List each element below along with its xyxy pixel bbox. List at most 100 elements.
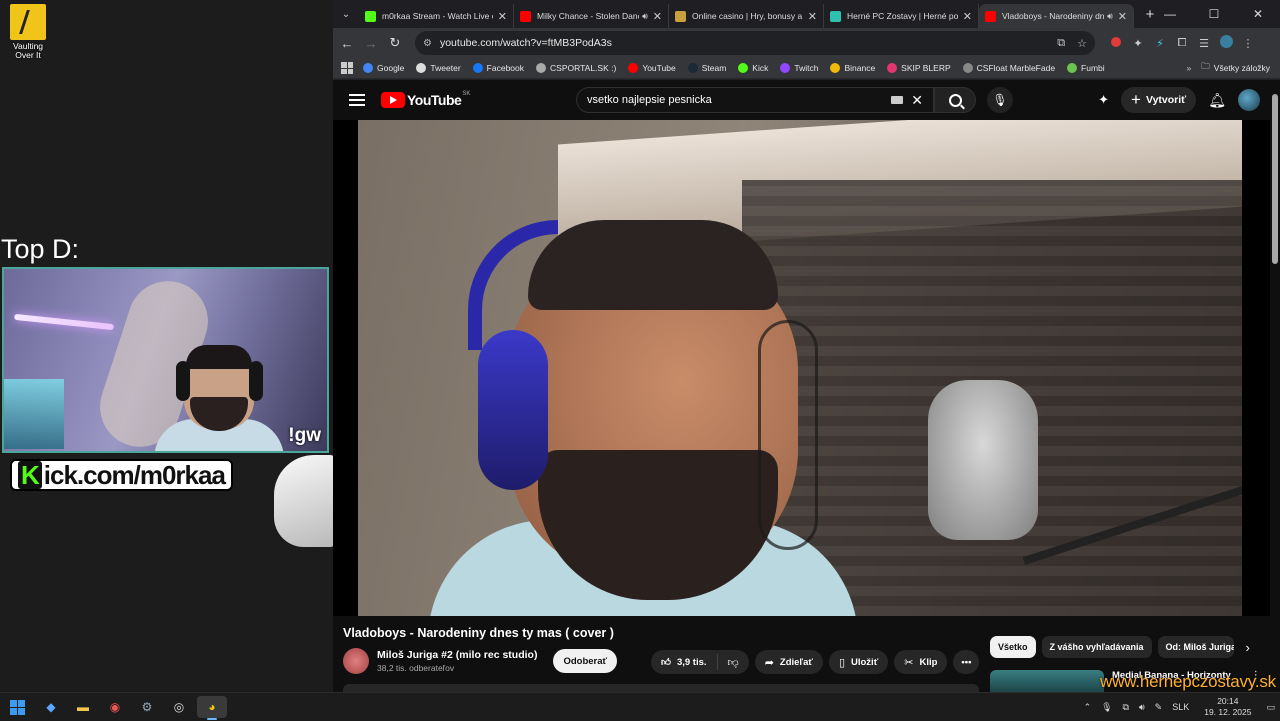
network-icon[interactable]: ⧉ [1123,702,1129,713]
tray-overflow-icon[interactable]: ⌃ [1084,702,1092,713]
pen-icon[interactable]: ✎ [1155,702,1163,713]
voice-search-icon[interactable]: 🎙 [987,87,1013,113]
language-indicator[interactable]: SLK [1172,702,1189,712]
apps-grid-icon[interactable] [341,62,353,74]
keyboard-icon[interactable] [891,96,904,104]
tab-4[interactable]: Vladoboys - Narodeniny dnes 🔊︎ ✕ [979,4,1134,28]
subscribe-button[interactable]: Odoberať [553,649,618,673]
tab-1[interactable]: Milky Chance - Stolen Dance 🔊︎ ✕ [514,4,669,28]
kick-icon [365,10,376,22]
forward-icon[interactable]: → [359,36,383,51]
bookmark-favicon [687,63,698,73]
chip-from-search[interactable]: Z vášho vyhľadávania [1041,636,1152,658]
search-icon [948,93,962,107]
minimize-button[interactable]: — [1148,0,1192,28]
clip-button[interactable]: ✂ Klip [894,650,948,674]
install-app-icon[interactable]: ⧉ [1057,37,1065,50]
chrome-icon[interactable]: ◕ [197,696,227,720]
like-button[interactable]: 👍︎ 3,9 tis. [651,654,718,670]
notifications-icon[interactable]: 🔔︎ [1208,92,1226,109]
bookmarks-overflow-icon[interactable]: » [1187,63,1192,73]
related-thumbnail[interactable] [990,670,1104,694]
obs-studio-icon[interactable]: ◎ [164,696,194,718]
extension-ninja-icon[interactable]: ✦ [1127,37,1149,50]
channel-avatar[interactable] [343,648,369,674]
bookmark-star-icon[interactable]: ☆ [1077,37,1087,50]
channel-name[interactable]: Miloš Juriga #2 (milo rec studio) [377,649,537,661]
reading-list-icon[interactable]: ☰ [1193,37,1215,50]
bookmark-list: Google Tweeter Facebook CSPORTAL.SK :) YouTu… [363,63,1117,73]
bookmark-item[interactable]: Fumbi [1067,63,1105,73]
close-tab-icon[interactable]: ✕ [808,10,817,23]
app-icon-obs[interactable]: ◉ [100,696,130,718]
folder-icon: 🗀 [1201,61,1210,71]
bookmark-item[interactable]: Binance [830,63,875,73]
close-window-button[interactable]: ✕ [1236,0,1280,28]
close-tab-icon[interactable]: ✕ [1118,10,1127,23]
maximize-button[interactable]: ☐ [1192,0,1236,28]
header-actions: ✦ + Vytvoriť 🔔︎ [1098,87,1260,113]
extension-teal-icon[interactable]: ⚡ [1149,37,1171,50]
browser-menu-icon[interactable]: ⋮ [1237,37,1259,50]
chevron-right-icon[interactable]: › [1246,640,1250,655]
search-button[interactable] [934,87,976,113]
clear-search-icon[interactable]: ✕ [911,92,923,109]
profile-avatar[interactable] [1215,35,1237,51]
address-bar[interactable]: ⚙ youtube.com/watch?v=ftMB3PodA3s ⧉ ☆ [415,31,1095,55]
menu-icon[interactable] [349,94,365,106]
app-icon-blue[interactable]: ◆ [36,696,66,718]
desktop-shortcut-label: Vaulting Over It [12,41,44,60]
chip-all[interactable]: Všetko [990,636,1036,658]
page-scrollbar[interactable] [1272,94,1278,264]
bookmark-item[interactable]: CSFloat MarbleFade [962,63,1055,73]
extension-red-icon[interactable] [1105,36,1127,50]
tab-2[interactable]: Online casino | Hry, bonusy a vý ✕ [669,4,824,28]
save-button[interactable]: ▯ Uložiť [828,650,889,674]
bookmark-item[interactable]: Tweeter [416,63,461,73]
bookmark-item[interactable]: Google [363,63,404,73]
clock-time: 20:14 [1217,696,1239,706]
start-button[interactable] [2,696,32,718]
clock[interactable]: 20:14 19. 12. 2025 [1204,696,1251,718]
bookmark-item[interactable]: Twitch [780,63,818,73]
extensions-puzzle-icon[interactable]: ⧠ [1171,37,1193,50]
chip-from-channel[interactable]: Od: Miloš Juriga [1157,636,1234,658]
bookmark-item[interactable]: Steam [687,63,726,73]
search-input[interactable]: vsetko najlepsie pesnicka ✕ [576,87,934,113]
more-actions-button[interactable]: ••• [953,650,980,674]
related-filter-chips: Všetko Z vášho vyhľadávania Od: Miloš Ju… [990,636,1250,658]
bookmark-item[interactable]: CSPORTAL.SK :) [536,63,616,73]
file-explorer-icon[interactable]: ▬ [68,696,98,718]
share-button[interactable]: ➦ Zdieľať [754,650,823,674]
notification-center-icon[interactable]: ▭ [1266,702,1275,713]
create-button[interactable]: + Vytvoriť [1121,87,1197,113]
close-tab-icon[interactable]: ✕ [963,10,972,23]
close-tab-icon[interactable]: ✕ [498,10,507,23]
bookmark-item[interactable]: YouTube [628,63,676,73]
premium-gem-icon[interactable]: ✦ [1098,92,1109,108]
back-icon[interactable]: ← [335,36,359,51]
volume-icon[interactable]: 🔊︎ [1139,702,1145,713]
bookmark-item[interactable]: Facebook [472,63,524,73]
bookmark-favicon [830,63,841,73]
close-tab-icon[interactable]: ✕ [653,10,662,23]
youtube-logo[interactable]: YouTube SK [381,91,470,108]
speaker-icon[interactable]: 🔊︎ [1107,11,1113,22]
site-info-icon[interactable]: ⚙ [423,38,432,49]
reload-icon[interactable]: ↻ [383,35,407,51]
tab-0[interactable]: m0rkaa Stream - Watch Live on ✕ [359,4,514,28]
bookmark-item[interactable]: Kick [738,63,768,73]
mic-icon[interactable]: 🎙 [1101,702,1112,713]
kick-channel-banner: Kick.com/m0rkaa [10,459,233,491]
tab-search-button[interactable]: ⌄ [333,0,359,28]
dislike-button[interactable]: 👎︎ [718,656,749,669]
desktop-shortcut[interactable]: Vaulting Over It [4,4,52,60]
avatar[interactable] [1238,89,1260,111]
bookmark-item[interactable]: SKIP BLERP [887,63,951,73]
steam-icon[interactable]: ⚙ [132,696,162,718]
all-bookmarks-folder[interactable]: 🗀 Všetky záložky [1201,61,1270,75]
tab-3[interactable]: Herné PC Zostavy | Herné počítače ✕ [824,4,979,28]
bookmark-label: YouTube [642,63,676,73]
speaker-icon[interactable]: 🔊︎ [642,11,648,22]
video-player[interactable] [333,120,1270,616]
